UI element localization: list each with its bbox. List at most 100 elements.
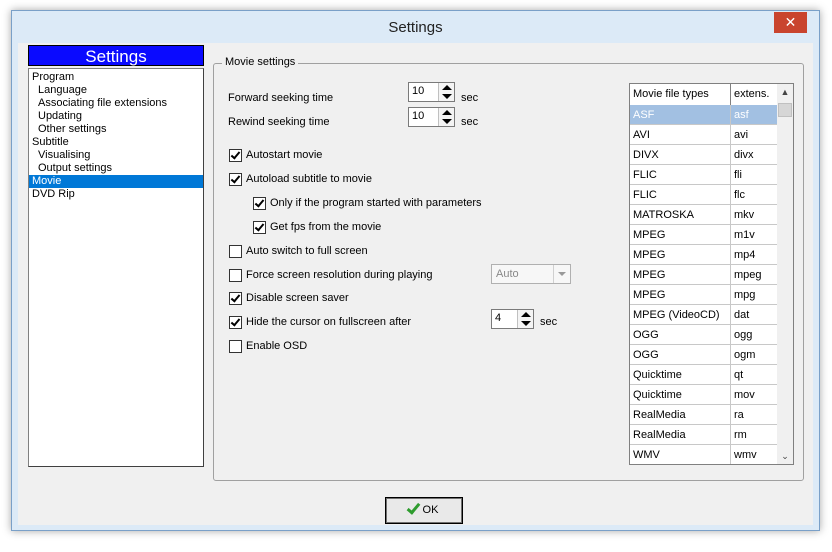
spin-up-icon[interactable]	[442, 110, 452, 115]
table-row[interactable]: MPEG mpg	[630, 285, 777, 305]
table-row[interactable]: FLIC flc	[630, 185, 777, 205]
hide-cursor-label: Hide the cursor on fullscreen after	[246, 316, 412, 328]
disable-screensaver-checkbox[interactable]	[229, 292, 242, 305]
auto-fullscreen-checkbox[interactable]	[229, 245, 242, 258]
extension-cell: wmv	[734, 449, 757, 461]
get-fps-checkbox[interactable]	[253, 221, 266, 234]
settings-window: Settings ✕ Settings Program Language Assoc…	[11, 10, 820, 531]
scroll-up-icon[interactable]: ▲	[777, 84, 793, 100]
tree-item[interactable]: Subtitle	[29, 136, 203, 149]
spin-up-icon[interactable]	[442, 85, 452, 90]
dropdown-button[interactable]	[553, 265, 570, 283]
tree-item[interactable]: Language	[29, 84, 203, 97]
extension-cell: avi	[734, 129, 749, 141]
file-type-cell: FLIC	[630, 165, 731, 185]
rewind-seek-spinner[interactable]: 10	[408, 107, 455, 127]
movie-settings-label: Movie settings	[222, 56, 299, 68]
tree-item[interactable]: Program	[29, 71, 203, 84]
autoload-subtitle-label: Autoload subtitle to movie	[246, 173, 372, 185]
table-row[interactable]: DIVX divx	[630, 145, 777, 165]
spin-up-icon[interactable]	[521, 312, 531, 317]
enable-osd-checkbox[interactable]	[229, 340, 242, 353]
extension-cell: qt	[734, 369, 744, 381]
table-row[interactable]: FLIC fli	[630, 165, 777, 185]
table-row[interactable]: OGG ogg	[630, 325, 777, 345]
spin-down-icon[interactable]	[521, 321, 531, 326]
extension-cell: mov	[734, 389, 755, 401]
file-type-cell: MATROSKA	[630, 205, 731, 225]
hide-cursor-checkbox[interactable]	[229, 316, 242, 329]
table-row[interactable]: ASF asf	[630, 105, 777, 125]
tree-item[interactable]: Output settings	[29, 162, 203, 175]
file-type-cell: OGG	[630, 345, 731, 365]
check-icon	[230, 316, 241, 327]
auto-fullscreen-label: Auto switch to full screen	[246, 245, 368, 257]
file-type-cell: OGG	[630, 325, 731, 345]
extension-cell: ogg	[734, 329, 753, 341]
extension-cell: rm	[734, 429, 747, 441]
settings-panel-header: Settings	[28, 45, 204, 66]
scroll-thumb[interactable]	[778, 103, 792, 117]
forward-seek-spinner[interactable]: 10	[408, 82, 455, 102]
check-icon	[254, 221, 265, 232]
scroll-down-icon[interactable]: ⌄	[777, 448, 793, 464]
extension-cell: dat	[734, 309, 750, 321]
close-button[interactable]: ✕	[774, 12, 807, 33]
column-header-file-types[interactable]: Movie file types	[630, 84, 731, 105]
table-row[interactable]: AVI avi	[630, 125, 777, 145]
table-row[interactable]: MPEG m1v	[630, 225, 777, 245]
extension-cell: fli	[734, 169, 742, 181]
extension-cell: divx	[734, 149, 754, 161]
check-icon	[230, 173, 241, 184]
table-row[interactable]: RealMedia rm	[630, 425, 777, 445]
ok-button[interactable]: OK	[385, 497, 463, 524]
extension-cell: ogm	[734, 349, 756, 361]
movie-file-types-table[interactable]: Movie file types extens. ASF asf AVI avi DIV…	[629, 83, 794, 465]
tree-item[interactable]: Movie	[29, 175, 203, 188]
file-type-cell: MPEG	[630, 225, 731, 245]
table-row[interactable]: OGG ogm	[630, 345, 777, 365]
table-row[interactable]: Quicktime mov	[630, 385, 777, 405]
hide-cursor-spinner[interactable]: 4	[491, 309, 534, 329]
extension-cell: mpeg	[734, 269, 762, 281]
get-fps-label: Get fps from the movie	[270, 221, 382, 233]
file-type-cell: MPEG	[630, 245, 731, 265]
tree-item[interactable]: Updating	[29, 110, 203, 123]
file-type-cell: FLIC	[630, 185, 731, 205]
table-row[interactable]: MPEG (VideoCD) dat	[630, 305, 777, 325]
window-title: Settings	[388, 19, 443, 36]
tree-item[interactable]: Associating file extensions	[29, 97, 203, 110]
enable-osd-label: Enable OSD	[246, 340, 308, 352]
hide-cursor-arrows[interactable]	[517, 310, 533, 328]
table-row[interactable]: Quicktime qt	[630, 365, 777, 385]
settings-tree[interactable]: Program Language Associating file extensio…	[28, 68, 204, 467]
tree-item[interactable]: Other settings	[29, 123, 203, 136]
rewind-seek-unit: sec	[461, 116, 479, 128]
table-row[interactable]: MATROSKA mkv	[630, 205, 777, 225]
autoload-subtitle-checkbox[interactable]	[229, 173, 242, 186]
close-icon: ✕	[784, 14, 797, 30]
hide-cursor-unit: sec	[540, 316, 558, 328]
table-row[interactable]: RealMedia ra	[630, 405, 777, 425]
table-scrollbar[interactable]: ▲ ⌄	[777, 84, 793, 464]
spin-down-icon[interactable]	[442, 94, 452, 99]
tree-item[interactable]: DVD Rip	[29, 188, 203, 201]
force-resolution-label: Force screen resolution during playing	[246, 269, 433, 281]
spin-down-icon[interactable]	[442, 119, 452, 124]
forward-seek-arrows[interactable]	[438, 83, 454, 101]
tree-item[interactable]: Visualising	[29, 149, 203, 162]
extension-cell: asf	[734, 109, 749, 121]
table-row[interactable]: MPEG mp4	[630, 245, 777, 265]
column-header-extension[interactable]: extens.	[731, 84, 777, 105]
dialog-client: Settings Program Language Associating file…	[18, 43, 813, 525]
autostart-checkbox[interactable]	[229, 149, 242, 162]
file-type-cell: WMV	[630, 445, 731, 464]
resolution-dropdown[interactable]: Auto	[491, 264, 571, 284]
only-if-params-checkbox[interactable]	[253, 197, 266, 210]
table-row[interactable]: WMV wmv	[630, 445, 777, 464]
force-resolution-checkbox[interactable]	[229, 269, 242, 282]
table-row[interactable]: MPEG mpeg	[630, 265, 777, 285]
title-bar[interactable]: Settings ✕	[12, 11, 819, 43]
rewind-seek-value: 10	[412, 110, 425, 122]
rewind-seek-arrows[interactable]	[438, 108, 454, 126]
